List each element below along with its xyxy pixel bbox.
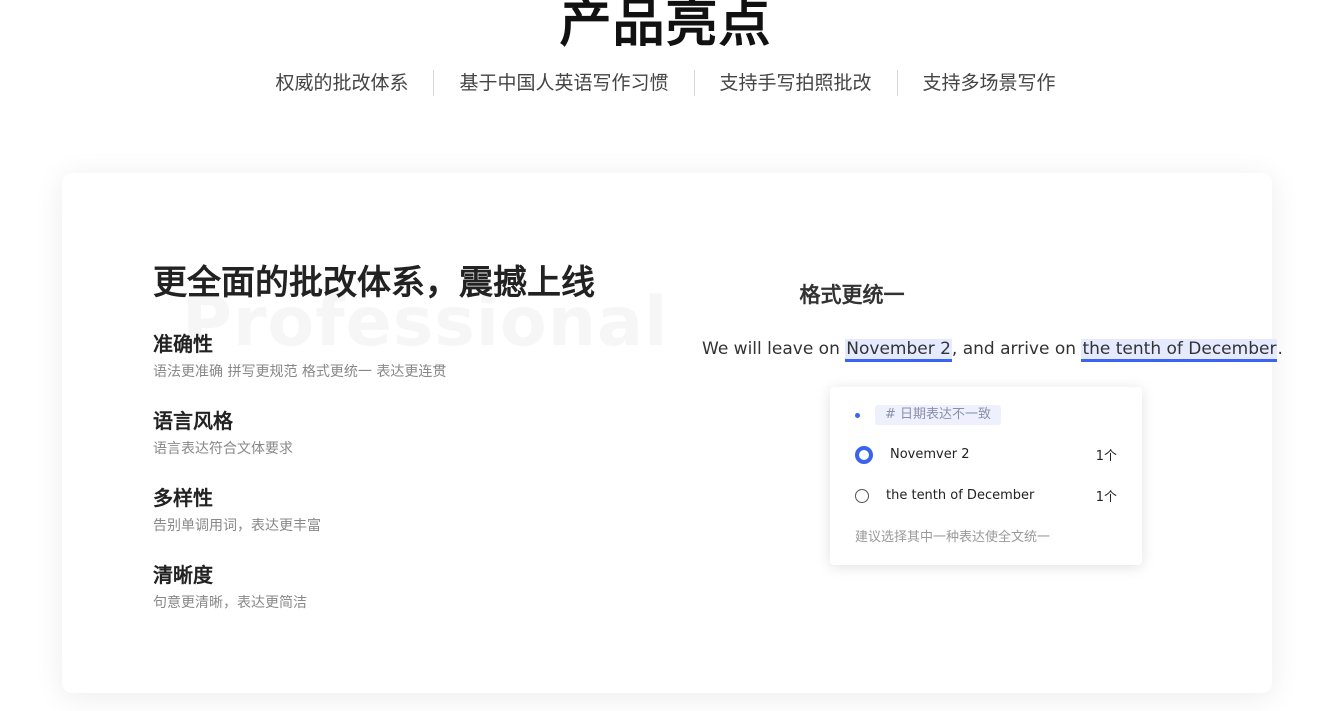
feature-title: 语言风格 bbox=[153, 409, 233, 433]
option-count: 1个 bbox=[1095, 490, 1117, 505]
demo-title: 格式更统一 bbox=[799, 283, 905, 307]
demo-sentence: We will leave on November 2, and arrive … bbox=[702, 333, 1283, 365]
tab-chinese-writing-habits[interactable]: 基于中国人英语写作习惯 bbox=[434, 68, 693, 98]
radio-checked-icon[interactable] bbox=[855, 445, 873, 464]
radio-unchecked-icon[interactable] bbox=[855, 488, 869, 503]
sentence-text: We will leave on bbox=[702, 339, 846, 359]
feature-title: 准确性 bbox=[153, 332, 213, 356]
feature-desc: 告别单调用词，表达更丰富 bbox=[153, 518, 321, 534]
feature-item: 多样性 告别单调用词，表达更丰富 bbox=[153, 485, 673, 537]
issue-tag: # 日期表达不一致 bbox=[875, 405, 1002, 425]
feature-item: 语言风格 语言表达符合文体要求 bbox=[153, 408, 673, 460]
feature-title: 多样性 bbox=[153, 486, 213, 510]
feature-title: 清晰度 bbox=[153, 563, 213, 587]
feature-card: Professional 更全面的批改体系，震撼上线 准确性 语法更准确 拼写更… bbox=[62, 173, 1283, 693]
option-label: Novemver 2 bbox=[890, 447, 970, 462]
tab-handwriting-photo[interactable]: 支持手写拍照批改 bbox=[695, 68, 897, 98]
page-title: 产品亮点 bbox=[559, 0, 772, 54]
card-heading: 更全面的批改体系，震撼上线 bbox=[153, 263, 595, 303]
option-november-2[interactable]: Novemver 2 1个 bbox=[855, 445, 1117, 464]
feature-item: 清晰度 句意更清晰，表达更简洁 bbox=[153, 562, 673, 614]
option-count: 1个 bbox=[1095, 449, 1117, 464]
bullet-dot-icon bbox=[855, 412, 860, 418]
feature-list: 准确性 语法更准确 拼写更规范 格式更统一 表达更连贯 语言风格 语言表达符合文… bbox=[153, 331, 673, 639]
feature-desc: 句意更清晰，表达更简洁 bbox=[153, 595, 307, 611]
sentence-text: , and arrive on bbox=[951, 339, 1082, 359]
highlight-date-1[interactable]: November 2 bbox=[845, 339, 952, 362]
feature-tabs: 权威的批改体系 基于中国人英语写作习惯 支持手写拍照批改 支持多场景写作 bbox=[0, 68, 1331, 98]
option-label: the tenth of December bbox=[886, 488, 1035, 503]
feature-desc: 语法更准确 拼写更规范 格式更统一 表达更连贯 bbox=[153, 364, 447, 380]
popup-tag-row: # 日期表达不一致 bbox=[855, 405, 1002, 425]
feature-desc: 语言表达符合文体要求 bbox=[153, 441, 293, 457]
option-tenth-of-december[interactable]: the tenth of December 1个 bbox=[855, 486, 1117, 505]
feature-item: 准确性 语法更准确 拼写更规范 格式更统一 表达更连贯 bbox=[153, 331, 673, 383]
tab-authoritative-system[interactable]: 权威的批改体系 bbox=[250, 68, 433, 98]
sentence-text: . bbox=[1277, 339, 1283, 359]
suggestion-popup: # 日期表达不一致 Novemver 2 1个 the tenth of Dec… bbox=[830, 387, 1142, 565]
highlight-date-2[interactable]: the tenth of December bbox=[1081, 339, 1278, 362]
tab-multi-scenario[interactable]: 支持多场景写作 bbox=[898, 68, 1081, 98]
popup-hint: 建议选择其中一种表达使全文统一 bbox=[855, 530, 1051, 545]
